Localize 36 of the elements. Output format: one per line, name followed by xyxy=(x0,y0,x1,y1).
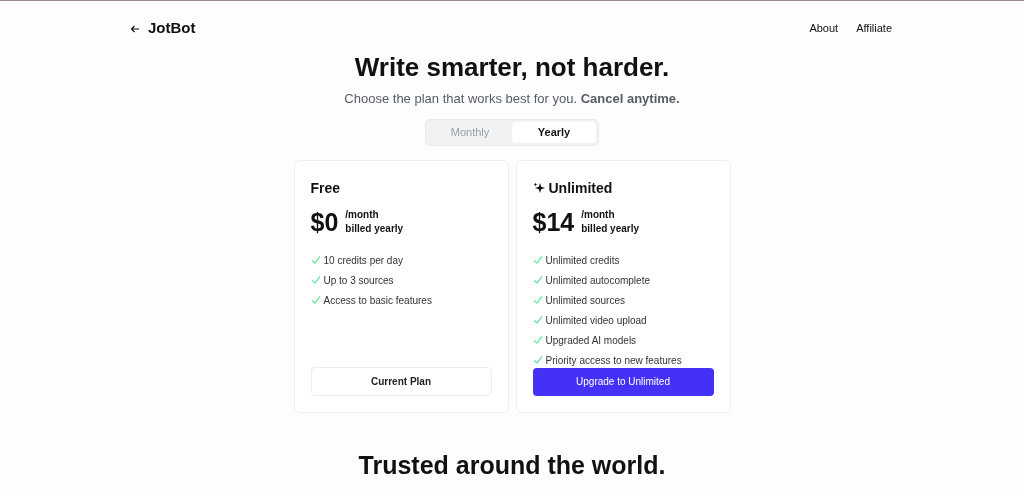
nav-link[interactable]: About xyxy=(809,20,839,37)
feature-text: Upgraded AI models xyxy=(545,333,637,348)
page-title: Write smarter, not harder. xyxy=(354,51,670,83)
check-icon xyxy=(310,274,321,285)
billing-note: billed yearly xyxy=(345,221,404,236)
billing-tab[interactable]: Yearly xyxy=(512,121,596,143)
feature-text: Unlimited video upload xyxy=(545,313,647,328)
check-icon xyxy=(310,254,321,265)
price-period: /month xyxy=(345,207,380,222)
feature-text: Access to basic features xyxy=(323,293,432,308)
price-period: /month xyxy=(581,207,616,222)
check-icon xyxy=(532,294,543,305)
check-icon xyxy=(532,334,543,345)
feature-text: Unlimited sources xyxy=(545,293,625,308)
feature-text: 10 credits per day xyxy=(323,253,403,268)
feature-text: Up to 3 sources xyxy=(323,273,394,288)
plan-name: Unlimited xyxy=(548,178,613,198)
nav-link[interactable]: Affiliate xyxy=(856,20,892,37)
check-icon xyxy=(532,354,543,365)
check-icon xyxy=(532,314,543,325)
page-subtitle: Choose the plan that works best for you. Cancel anytime. xyxy=(344,90,680,108)
feature-text: Priority access to new features xyxy=(545,353,682,368)
section-title: Trusted around the world. xyxy=(358,449,666,481)
check-icon xyxy=(532,274,543,285)
back-arrow-icon[interactable] xyxy=(130,23,140,34)
billing-note: billed yearly xyxy=(581,221,640,236)
plan-name: Free xyxy=(310,178,341,198)
feature-text: Unlimited credits xyxy=(545,253,620,268)
brand-name[interactable]: JotBot xyxy=(148,17,196,40)
current-plan-button[interactable]: Current Plan xyxy=(310,366,492,396)
plan-price: $0 xyxy=(310,206,339,237)
feature-text: Unlimited autocomplete xyxy=(545,273,650,288)
check-icon xyxy=(310,294,321,305)
upgrade-button[interactable]: Upgrade to Unlimited xyxy=(532,367,714,396)
plan-price: $14 xyxy=(532,206,575,237)
check-icon xyxy=(532,254,543,265)
